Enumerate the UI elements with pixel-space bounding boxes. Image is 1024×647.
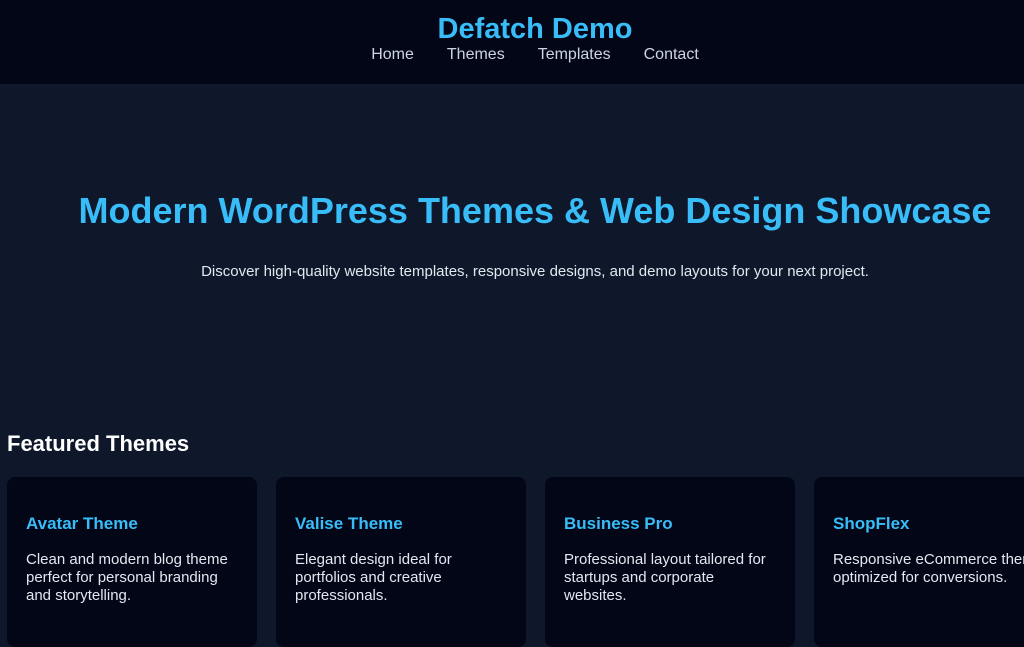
card-title[interactable]: Valise Theme xyxy=(295,514,507,534)
nav-templates-link[interactable]: Templates xyxy=(538,45,611,65)
card-description: Professional layout tailored for startup… xyxy=(564,551,766,604)
card-description: Elegant design ideal for portfolios and … xyxy=(295,551,452,604)
hero-subtitle: Discover high-quality website templates,… xyxy=(201,263,869,280)
nav-home-link[interactable]: Home xyxy=(371,45,414,65)
hero-title: Modern WordPress Themes & Web Design Sho… xyxy=(78,190,992,231)
theme-card-business-pro[interactable]: Business Pro Professional layout tailore… xyxy=(545,477,795,647)
theme-card-shopflex[interactable]: ShopFlex Responsive eCommerce theme opti… xyxy=(814,477,1024,647)
card-description: Responsive eCommerce theme optimized for… xyxy=(833,551,1024,586)
site-title[interactable]: Defatch Demo xyxy=(0,11,1024,47)
site-header: Defatch Demo Home Themes Templates Conta… xyxy=(0,0,1024,84)
theme-card-valise[interactable]: Valise Theme Elegant design ideal for po… xyxy=(276,477,526,647)
card-title[interactable]: ShopFlex xyxy=(833,514,1024,534)
card-description: Clean and modern blog theme perfect for … xyxy=(26,551,228,604)
featured-themes-title: Featured Themes xyxy=(7,431,190,456)
main-nav: Home Themes Templates Contact xyxy=(0,45,1024,65)
theme-card-avatar[interactable]: Avatar Theme Clean and modern blog theme… xyxy=(7,477,257,647)
card-title[interactable]: Avatar Theme xyxy=(26,514,238,534)
nav-themes-link[interactable]: Themes xyxy=(447,45,505,65)
card-title[interactable]: Business Pro xyxy=(564,514,776,534)
nav-contact-link[interactable]: Contact xyxy=(644,45,699,65)
